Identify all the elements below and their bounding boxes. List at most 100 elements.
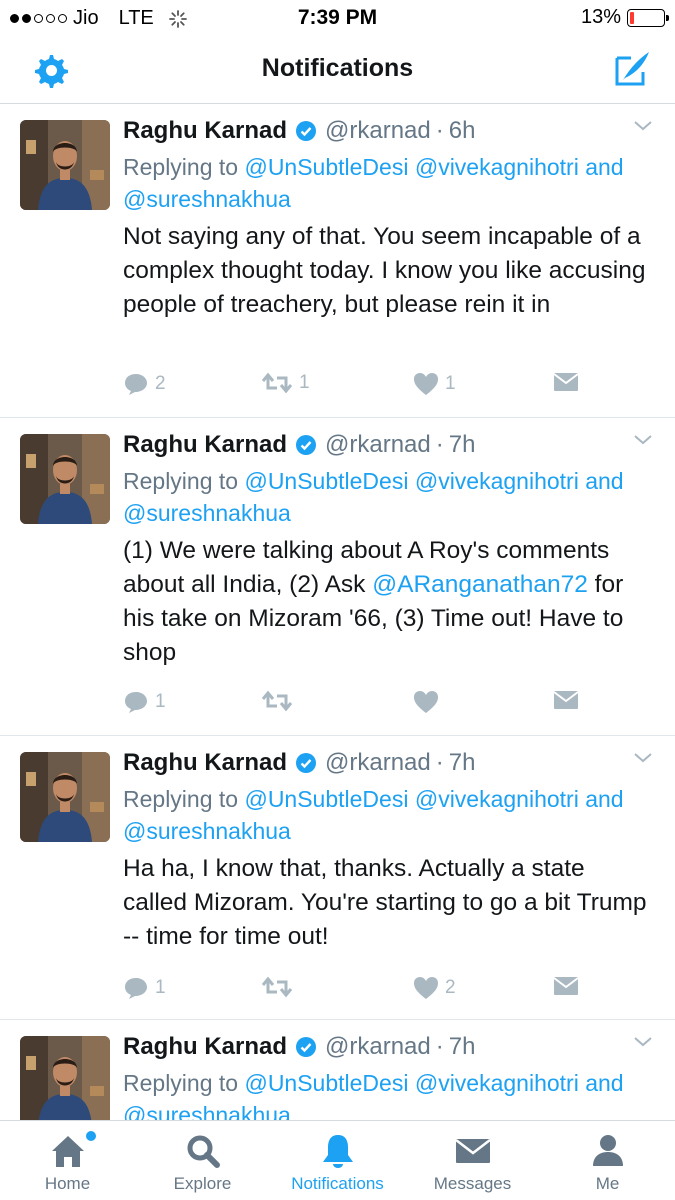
verified-badge-icon — [296, 753, 317, 773]
mention-link[interactable]: @UnSubtleDesi — [244, 1070, 408, 1096]
replying-to: Replying to @UnSubtleDesi @vivekagnihotr… — [123, 1067, 655, 1120]
direct-message-button[interactable] — [553, 690, 579, 710]
mention-link[interactable]: @sureshnakhua — [123, 500, 291, 526]
retweet-button[interactable]: 1 — [261, 372, 310, 394]
mention-link[interactable]: @UnSubtleDesi — [244, 154, 408, 180]
battery-icon — [627, 8, 669, 27]
tweet-card[interactable]: Raghu Karnad @rkarnad · 7h Replying to @… — [0, 1020, 675, 1120]
like-button[interactable]: 2 — [413, 976, 456, 1000]
mention-link[interactable]: @sureshnakhua — [123, 818, 291, 844]
reply-count: 1 — [155, 691, 166, 712]
separator-dot: · — [435, 117, 444, 144]
tweet-time: 6h — [448, 117, 476, 144]
replying-to: Replying to @UnSubtleDesi @vivekagnihotr… — [123, 465, 655, 529]
mention-link[interactable]: @vivekagnihotri — [415, 154, 579, 180]
tweet-header: Raghu Karnad @rkarnad · 7h — [123, 1030, 655, 1064]
mention-link[interactable]: @sureshnakhua — [123, 1102, 291, 1120]
mention-link[interactable]: @vivekagnihotri — [415, 786, 579, 812]
tab-label: Home — [44, 1174, 91, 1193]
direct-message-button[interactable] — [553, 372, 579, 392]
home-icon — [51, 1136, 84, 1167]
chevron-down-icon[interactable] — [631, 1030, 655, 1054]
author-name[interactable]: Raghu Karnad — [123, 1033, 287, 1061]
avatar[interactable] — [20, 752, 110, 842]
replying-prefix: Replying to — [123, 1070, 245, 1096]
tweet-text: (1) We were talking about A Roy's commen… — [123, 534, 655, 670]
author-name[interactable]: Raghu Karnad — [123, 431, 287, 459]
direct-message-button[interactable] — [553, 976, 579, 996]
status-bar: Jio LTE 7:39 PM 13% — [0, 0, 675, 36]
tweet-header: Raghu Karnad @rkarnad · 7h — [123, 746, 655, 780]
retweet-button[interactable] — [261, 690, 299, 712]
tab-home[interactable]: Home — [0, 1121, 135, 1200]
mention-link[interactable]: @vivekagnihotri — [415, 468, 579, 494]
tweet-time: 7h — [448, 1033, 476, 1060]
tab-label: Messages — [433, 1174, 512, 1193]
notifications-feed[interactable]: Raghu Karnad @rkarnad · 6h Replying to @… — [0, 104, 675, 1120]
replying-to: Replying to @UnSubtleDesi @vivekagnihotr… — [123, 783, 655, 847]
avatar[interactable] — [20, 120, 110, 210]
like-count: 2 — [445, 977, 456, 998]
tweet-header: Raghu Karnad @rkarnad · 6h — [123, 114, 655, 148]
compose-icon[interactable] — [611, 48, 653, 90]
avatar[interactable] — [20, 434, 110, 524]
battery-info: 13% — [580, 6, 669, 29]
verified-badge-icon — [296, 435, 317, 455]
mention-link[interactable]: @ARanganathan72 — [372, 571, 588, 598]
envelope-icon — [553, 977, 579, 995]
reply-button[interactable]: 1 — [123, 976, 166, 1000]
tweet-actions: 1 2 — [123, 976, 593, 1006]
mention-link[interactable]: @sureshnakhua — [123, 186, 291, 212]
reply-count: 1 — [155, 977, 166, 998]
heart-icon — [414, 977, 438, 999]
tweet-content: Raghu Karnad @rkarnad · 7h Replying to @… — [123, 1030, 655, 1120]
tab-notifications[interactable]: Notifications — [270, 1121, 405, 1200]
verified-badge-icon — [296, 1037, 317, 1057]
separator-dot: · — [435, 749, 444, 776]
tab-label: Notifications — [291, 1174, 384, 1193]
tweet-content: Raghu Karnad @rkarnad · 6h Replying to @… — [123, 114, 655, 322]
author-name[interactable]: Raghu Karnad — [123, 117, 287, 145]
person-icon — [592, 1135, 623, 1166]
page-title: Notifications — [261, 54, 414, 82]
mention-link[interactable]: @vivekagnihotri — [415, 1070, 579, 1096]
mention-link[interactable]: @UnSubtleDesi — [244, 786, 408, 812]
chevron-down-icon[interactable] — [631, 746, 655, 770]
author-name[interactable]: Raghu Karnad — [123, 749, 287, 777]
tweet-header: Raghu Karnad @rkarnad · 7h — [123, 428, 655, 462]
tweet-card[interactable]: Raghu Karnad @rkarnad · 7h Replying to @… — [0, 736, 675, 1020]
heart-icon — [414, 373, 438, 395]
tab-messages[interactable]: Messages — [405, 1121, 540, 1200]
verified-badge-icon — [296, 121, 317, 141]
author-handle: @rkarnad — [325, 1033, 431, 1060]
tweet-card[interactable]: Raghu Karnad @rkarnad · 6h Replying to @… — [0, 104, 675, 418]
tweet-actions: 1 — [123, 690, 593, 720]
navigation-bar: Notifications — [0, 36, 675, 104]
tweet-time: 7h — [448, 431, 476, 458]
reply-icon — [125, 978, 147, 999]
envelope-icon — [553, 691, 579, 709]
avatar-photo — [20, 120, 110, 210]
tweet-card[interactable]: Raghu Karnad @rkarnad · 7h Replying to @… — [0, 418, 675, 736]
like-button[interactable]: 1 — [413, 372, 456, 396]
retweet-icon — [261, 690, 293, 712]
chevron-down-icon[interactable] — [631, 428, 655, 452]
retweet-button[interactable] — [261, 976, 299, 998]
reply-button[interactable]: 1 — [123, 690, 166, 714]
author-handle: @rkarnad — [325, 117, 431, 144]
mention-and: and — [578, 1070, 624, 1096]
avatar[interactable] — [20, 1036, 110, 1120]
tab-explore[interactable]: Explore — [135, 1121, 270, 1200]
like-count: 1 — [445, 373, 456, 394]
replying-to: Replying to @UnSubtleDesi @vivekagnihotr… — [123, 151, 655, 215]
reply-button[interactable]: 2 — [123, 372, 166, 396]
author-handle: @rkarnad — [325, 749, 431, 776]
mention-link[interactable]: @UnSubtleDesi — [244, 468, 408, 494]
author-handle: @rkarnad — [325, 431, 431, 458]
replying-prefix: Replying to — [123, 468, 245, 494]
battery-percent: 13% — [580, 6, 621, 28]
chevron-down-icon[interactable] — [631, 114, 655, 138]
tab-me[interactable]: Me — [540, 1121, 675, 1200]
like-button[interactable] — [413, 690, 445, 714]
tweet-time: 7h — [448, 749, 476, 776]
